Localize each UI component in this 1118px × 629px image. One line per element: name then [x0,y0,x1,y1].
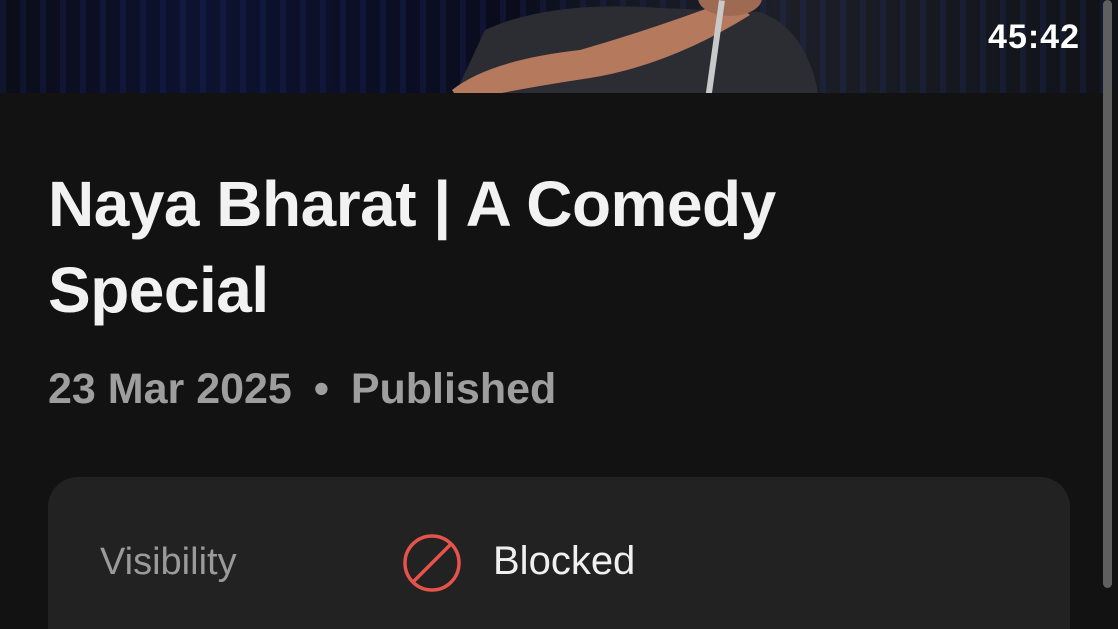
video-thumbnail[interactable]: 45:42 [0,0,1118,93]
meta-separator: • [313,365,329,413]
visibility-card[interactable]: Visibility Blocked [48,477,1070,629]
publish-date: 23 Mar 2025 [48,365,292,413]
scrollbar[interactable] [1103,0,1112,588]
video-title: Naya Bharat | A Comedy Special [48,168,776,326]
publish-status: Published [350,365,557,413]
visibility-label: Visibility [100,541,237,583]
visibility-value: Blocked [493,539,636,583]
video-details-screen: 45:42 Naya Bharat | A Comedy Special 23 … [0,0,1118,629]
blocked-icon [403,534,461,592]
video-meta: 23 Mar 2025 • Published [48,364,1078,414]
performer-image [452,0,819,93]
video-duration: 45:42 [988,18,1080,56]
video-info: Naya Bharat | A Comedy Special 23 Mar 20… [48,93,1078,414]
